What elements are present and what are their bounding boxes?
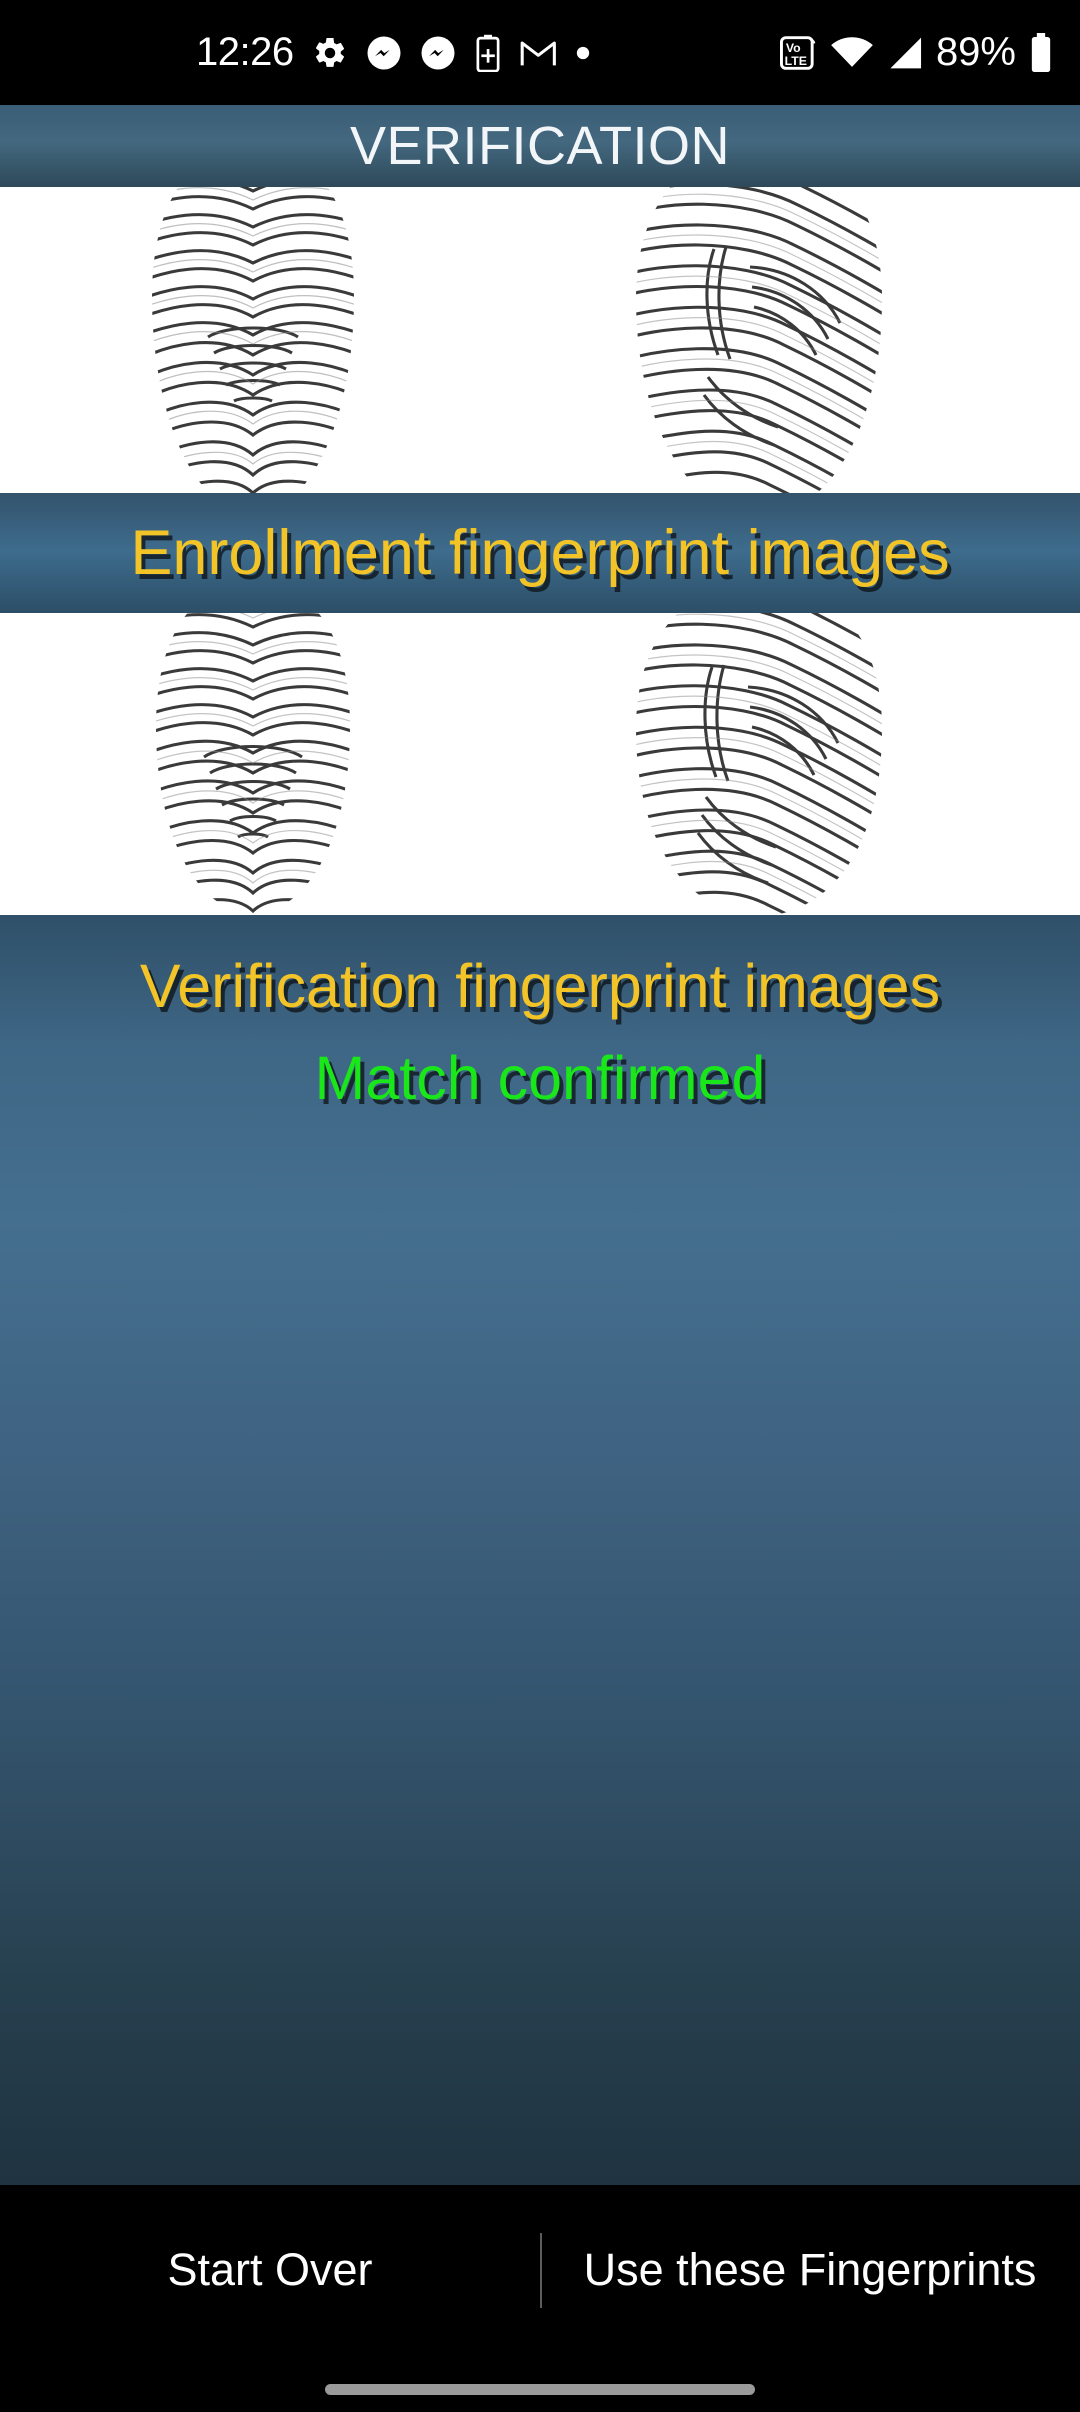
match-status-message: Match confirmed — [314, 1044, 766, 1112]
app-title-bar: VERIFICATION — [0, 105, 1080, 187]
status-bar: 12:26 Vo LTE 89% — [0, 0, 1080, 105]
footer-bar: Start Over Use these Fingerprints — [0, 2185, 1080, 2412]
gesture-navigation-pill[interactable] — [325, 2384, 755, 2395]
status-bar-left-group: 12:26 — [196, 30, 590, 75]
battery-percent-label: 89% — [935, 30, 1016, 74]
verification-fingerprint-right — [600, 613, 915, 915]
verification-fingerprint-left — [122, 613, 384, 915]
volte-icon: Vo LTE — [779, 34, 818, 72]
status-bar-clock: 12:26 — [196, 30, 294, 74]
battery-plus-icon — [474, 34, 502, 72]
messenger-icon — [420, 35, 456, 71]
use-these-fingerprints-button[interactable]: Use these Fingerprints — [540, 2185, 1080, 2355]
gear-icon — [312, 35, 348, 71]
footer-divider — [540, 2233, 542, 2308]
messenger-icon — [366, 35, 402, 71]
dot-icon — [576, 46, 590, 60]
enrollment-fingerprint-right — [600, 187, 915, 493]
verification-fingerprint-row — [0, 613, 1080, 915]
verification-result-panel: Verification fingerprint images Match co… — [0, 915, 1080, 2185]
battery-icon — [1028, 32, 1054, 73]
wifi-icon — [830, 35, 874, 71]
enrollment-caption-band: Enrollment fingerprint images — [0, 493, 1080, 613]
enrollment-fingerprint-left — [122, 187, 384, 493]
enrollment-fingerprint-row — [0, 187, 1080, 493]
svg-text:LTE: LTE — [785, 53, 807, 67]
phone-screen: 12:26 Vo LTE 89% VERIFICATION Enrollment… — [0, 0, 1080, 2412]
enrollment-caption: Enrollment fingerprint images — [130, 518, 950, 588]
verification-caption: Verification fingerprint images — [139, 952, 941, 1020]
start-over-button[interactable]: Start Over — [0, 2185, 540, 2355]
page-title: VERIFICATION — [349, 116, 731, 176]
gmail-icon — [520, 37, 558, 69]
cellular-signal-icon — [886, 35, 924, 71]
status-bar-right-group: Vo LTE 89% — [779, 30, 1054, 75]
